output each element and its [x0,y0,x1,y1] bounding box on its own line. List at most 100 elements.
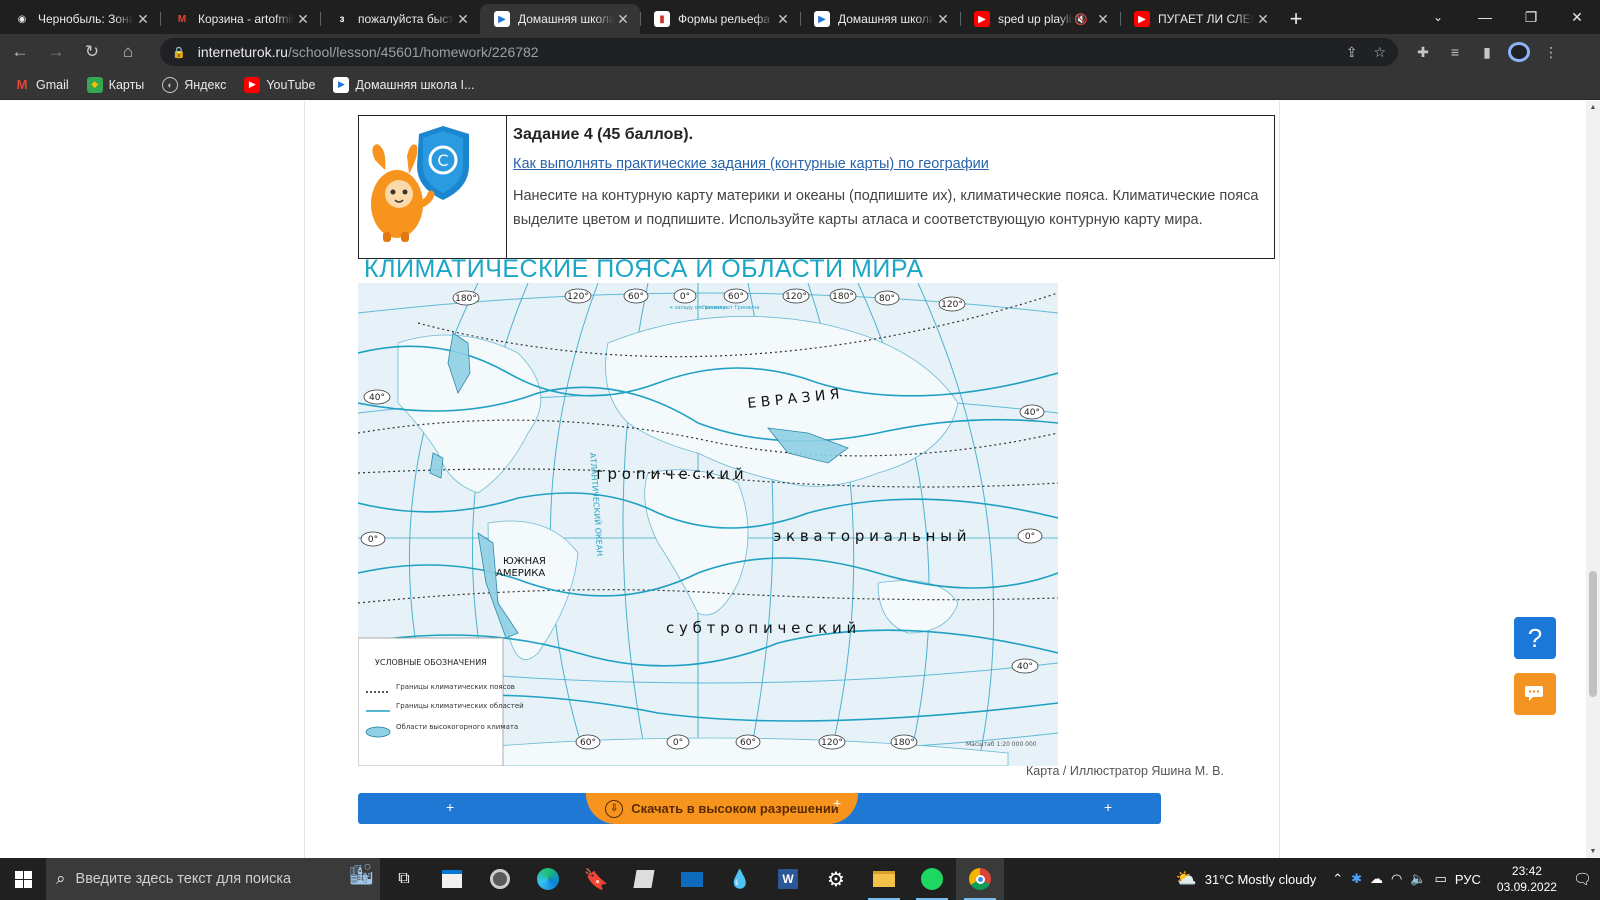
latitude-label: 40° [1017,662,1033,672]
speaker-muted-icon[interactable]: 🔇 [1074,13,1088,26]
volume-icon[interactable]: 🔈 [1410,871,1426,887]
browser-tab[interactable]: ▮ Формы рельефа ✕ [640,4,800,34]
share-icon[interactable]: ⇪ [1346,44,1358,61]
youtube-icon: ▶ [974,11,990,27]
close-tab-icon[interactable]: ✕ [294,11,312,28]
side-panel-icon[interactable]: ▮ [1476,44,1498,61]
gmail-icon: M [16,77,28,92]
browser-tab[interactable]: ▶ sped up playlist 🔇 ✕ [960,4,1120,34]
notes-app-icon[interactable] [620,858,668,900]
tray-expand-icon[interactable]: ⌃ [1332,871,1343,887]
media-queue-icon[interactable]: ≡ [1444,44,1466,60]
bottom-degree-label: 60° [740,738,756,748]
task-illustration: C [359,116,507,258]
instructions-link[interactable]: Как выполнять практические задания (конт… [513,156,1268,172]
browser-tab[interactable]: ◉ Чернобыль: Зона отчуждения ✕ [0,4,160,34]
browser-toolbar: ← → ↻ ⌂ 🔒 interneturok.ru/school/lesson/… [0,34,1600,70]
file-explorer-icon[interactable] [860,858,908,900]
browser-tab[interactable]: ▶ ПУГАЕТ ЛИ СЛЕНДЕР ✕ [1120,4,1280,34]
edge-icon[interactable] [524,858,572,900]
droplet-app-icon[interactable]: 💧 [716,858,764,900]
chrome-icon[interactable] [956,858,1004,900]
new-tab-button[interactable]: + [1280,4,1312,34]
scrollbar-thumb[interactable] [1589,571,1597,697]
word-icon[interactable]: W [764,858,812,900]
close-tab-icon[interactable]: ✕ [454,11,472,28]
mail-icon[interactable] [668,858,716,900]
scroll-down-icon[interactable]: ▼ [1586,848,1600,855]
spotify-icon[interactable] [908,858,956,900]
browser-tab[interactable]: з пожалуйста быстрее ✕ [320,4,480,34]
tab-strip: ◉ Чернобыль: Зона отчуждения ✕ M Корзина… [0,0,1600,34]
settings-gear-icon[interactable]: ⚙ [812,858,860,900]
download-banner[interactable]: + ⇩ Скачать в высоком разрешении + + [358,793,1161,824]
bookmark-gmail[interactable]: M Gmail [14,77,69,93]
bookmark-label: Яндекс [184,77,227,92]
bluetooth-icon[interactable]: ✱ [1351,871,1362,887]
download-high-res-button[interactable]: ⇩ Скачать в высоком разрешении [586,793,858,824]
home-icon[interactable]: ⌂ [112,36,144,68]
tab-title: Домашняя школа [518,12,614,26]
latitude-label: 0° [368,535,378,545]
address-bar[interactable]: 🔒 interneturok.ru/school/lesson/45601/ho… [160,38,1398,66]
presentation-icon: ▮ [654,11,670,27]
tab-title: пожалуйста быстрее [358,12,454,26]
weather-icon[interactable]: ⛅ [1176,869,1197,889]
tab-title: Корзина - artofmil [198,12,294,26]
task-view-icon[interactable]: ⧉ [380,858,428,900]
weather-text[interactable]: 31°C Mostly cloudy [1205,872,1316,887]
reload-icon[interactable]: ↻ [76,36,108,68]
plus-decor-icon: + [833,795,842,811]
bookmark-app-icon[interactable]: 🔖 [572,858,620,900]
forward-icon[interactable]: → [40,36,72,68]
taskbar-search-input[interactable]: ⌕ Введите здесь текст для поиска 🏙 [46,858,380,900]
back-icon[interactable]: ← [4,36,36,68]
menu-icon[interactable]: ⋮ [1540,44,1562,61]
close-tab-icon[interactable]: ✕ [134,11,152,28]
browser-tab-active[interactable]: ▶ Домашняя школа ✕ [480,4,640,34]
wifi-icon[interactable]: ◠ [1391,871,1402,887]
media-player-icon[interactable] [476,858,524,900]
restore-icon[interactable]: ❐ [1508,0,1554,34]
bookmark-maps[interactable]: ◆ Карты [86,76,144,93]
browser-tab[interactable]: M Корзина - artofmil ✕ [160,4,320,34]
download-label: Скачать в высоком разрешении [631,801,839,816]
close-tab-icon[interactable]: ✕ [614,11,632,28]
top-degree-label: 60° [628,292,644,302]
map-title: КЛИМАТИЧЕСКИЕ ПОЯСА И ОБЛАСТИ МИРА [364,255,924,283]
minimize-icon[interactable]: — [1462,0,1508,34]
tab-search-icon[interactable]: ⌄ [1424,4,1452,30]
bookmark-youtube[interactable]: ▶ YouTube [244,76,315,93]
bookmark-star-icon[interactable]: ☆ [1373,44,1386,61]
search-highlight-icon: 🏙 [348,864,374,886]
close-tab-icon[interactable]: ✕ [934,11,952,28]
notifications-icon[interactable]: 🗨 [1573,870,1592,888]
tropical-label: т р о п и ч е с к и й [594,465,744,483]
extensions-icon[interactable]: ✚ [1412,44,1434,61]
mascot-with-shield-illustration: C [371,126,469,242]
battery-icon[interactable]: ▭ [1435,871,1447,887]
language-indicator[interactable]: РУС [1455,872,1481,887]
close-tab-icon[interactable]: ✕ [1254,11,1272,28]
page-scrollbar[interactable]: ▲ ▼ [1586,101,1600,858]
profile-avatar[interactable] [1508,42,1530,62]
help-button[interactable]: ? [1514,617,1556,659]
bookmark-interneturok[interactable]: ▶ Домашняя школа I... [333,76,474,93]
chat-icon [1525,686,1543,701]
close-tab-icon[interactable]: ✕ [774,11,792,28]
south-america-label: ЮЖНАЯ [503,556,546,567]
clock[interactable]: 23:42 03.09.2022 [1497,863,1557,895]
scroll-up-icon[interactable]: ▲ [1586,104,1600,111]
chat-button[interactable] [1514,673,1556,715]
onedrive-icon[interactable]: ☁ [1370,871,1383,887]
microsoft-store-icon[interactable] [428,858,476,900]
window-controls: — ❐ ✕ [1462,0,1600,34]
windows-start-icon[interactable] [0,858,46,900]
top-degree-label: 80° [879,294,895,304]
close-tab-icon[interactable]: ✕ [1094,11,1112,28]
browser-tab[interactable]: ▶ Домашняя школа ✕ [800,4,960,34]
close-window-icon[interactable]: ✕ [1554,0,1600,34]
bookmark-yandex[interactable]: ◐ Яндекс [162,76,227,93]
lock-icon[interactable]: 🔒 [172,46,186,59]
bottom-degree-label: 120° [821,738,843,748]
